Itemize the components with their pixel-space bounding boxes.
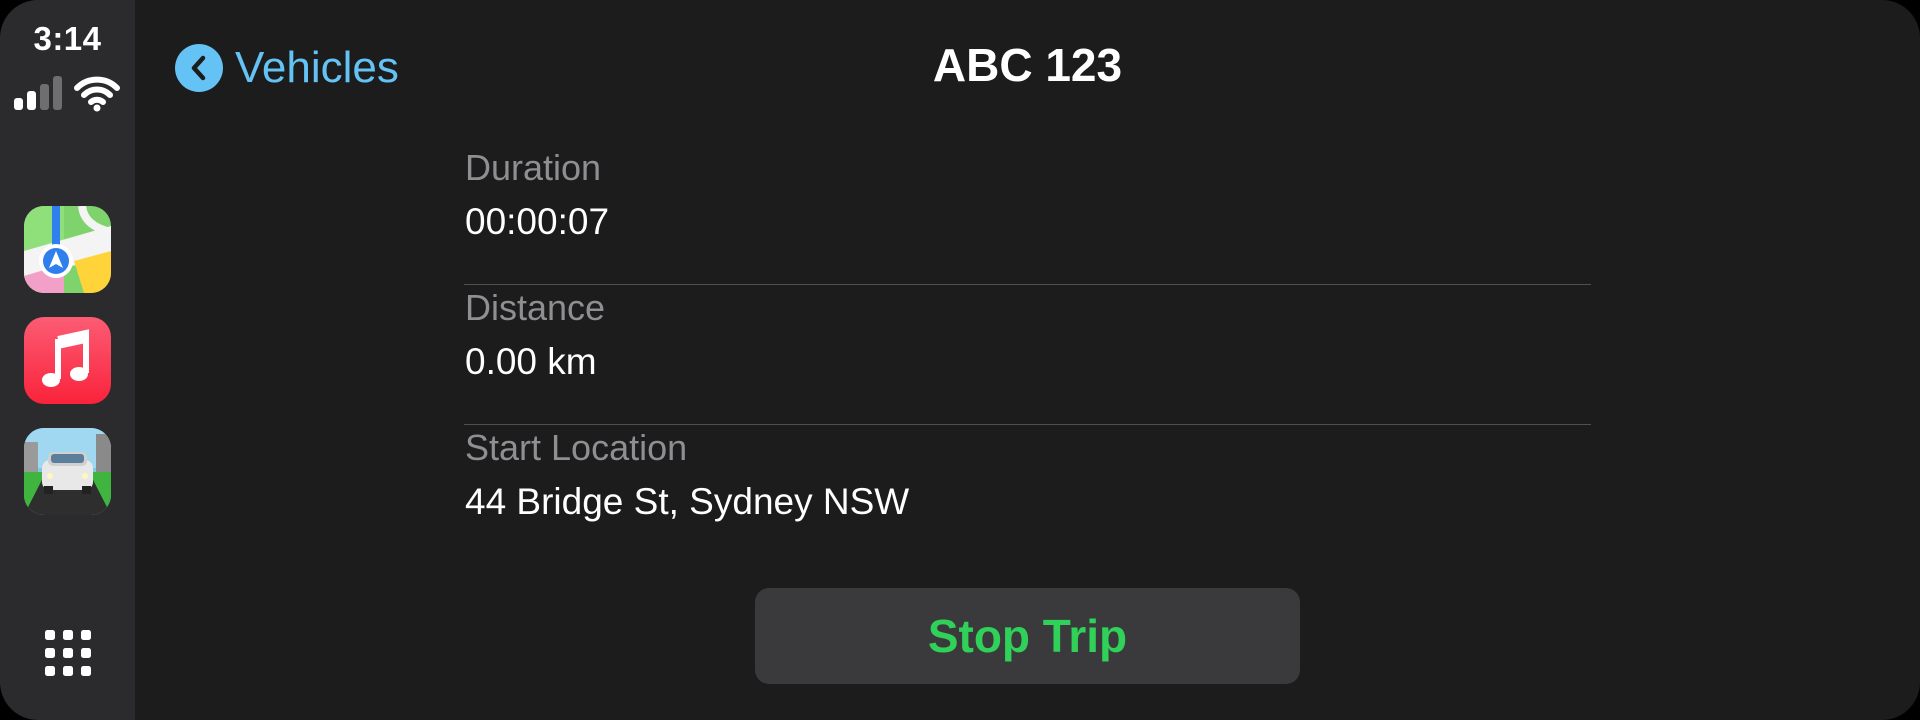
wifi-icon: [74, 76, 120, 112]
start-location-row: Start Location 44 Bridge St, Sydney NSW: [464, 425, 1591, 564]
duration-label: Duration: [465, 147, 602, 188]
cellular-signal-icon: [14, 76, 68, 110]
status-time: 3:14: [33, 20, 102, 57]
car-app-icon[interactable]: [24, 428, 111, 515]
music-app-icon[interactable]: [24, 317, 111, 404]
status-indicators: [14, 76, 124, 112]
duration-row: Duration 00:00:07: [464, 145, 1591, 285]
stop-trip-button[interactable]: Stop Trip: [755, 588, 1300, 684]
distance-row: Distance 0.00 km: [464, 285, 1591, 425]
app-grid-icon[interactable]: [45, 630, 91, 676]
carplay-screen: 3:14 ABC 123 Vehicles Duration 00:00:07 …: [0, 0, 1920, 720]
start-location-value: 44 Bridge St, Sydney NSW: [465, 481, 910, 522]
start-location-label: Start Location: [465, 427, 688, 468]
distance-label: Distance: [465, 287, 606, 328]
trip-detail-panel: ABC 123 Vehicles Duration 00:00:07 Dista…: [135, 0, 1920, 720]
page-title: ABC 123: [932, 39, 1123, 91]
duration-value: 00:00:07: [465, 201, 610, 242]
back-button-label: Vehicles: [235, 43, 399, 92]
trip-info-list: Duration 00:00:07 Distance 0.00 km Start…: [464, 145, 1591, 564]
stop-trip-label: Stop Trip: [927, 610, 1128, 662]
carplay-sidebar: 3:14: [0, 0, 135, 720]
back-button[interactable]: Vehicles: [175, 40, 399, 96]
maps-app-icon[interactable]: [24, 206, 111, 293]
distance-value: 0.00 km: [465, 341, 597, 382]
chevron-left-icon: [175, 44, 223, 92]
